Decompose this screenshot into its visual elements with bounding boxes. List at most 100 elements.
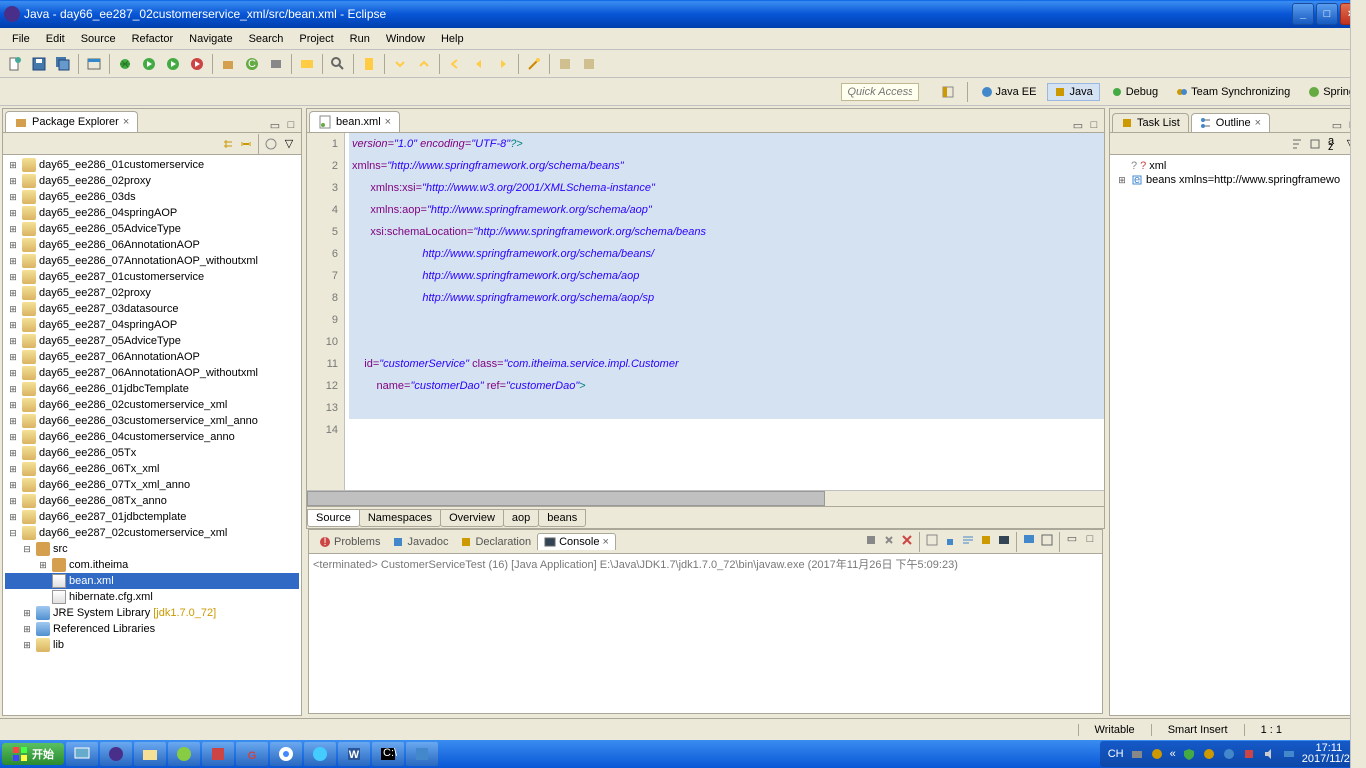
project-item[interactable]: ⊞day65_ee286_06AnnotationAOP [5,237,299,253]
src-folder[interactable]: ⊟src [5,541,299,557]
perspective-java[interactable]: Java [1047,83,1099,101]
open-type-button[interactable] [296,53,318,75]
tab-overview[interactable]: Overview [440,509,504,527]
menu-navigate[interactable]: Navigate [181,31,240,47]
ime-indicator[interactable]: CH [1108,748,1124,760]
tray-icon-5[interactable] [1242,747,1256,761]
scrollbar-thumb[interactable] [307,491,825,506]
package-item[interactable]: ⊞com.itheima [5,557,299,573]
switch-editor-button[interactable] [83,53,105,75]
tray-icon-6[interactable] [1282,747,1296,761]
pin-console-button[interactable] [978,532,994,548]
project-item[interactable]: ⊞day66_ee286_06Tx_xml [5,461,299,477]
project-item[interactable]: ⊞day65_ee286_07AnnotationAOP_withoutxml [5,253,299,269]
close-icon[interactable]: × [123,116,129,128]
next-annotation-button[interactable] [389,53,411,75]
minimize-icon[interactable]: ▭ [267,118,283,132]
project-item[interactable]: ⊞day66_ee287_01jdbctemplate [5,509,299,525]
menu-edit[interactable]: Edit [38,31,73,47]
alpha-sort-button[interactable]: az [1325,136,1341,152]
tray-icon-4[interactable] [1222,747,1236,761]
horizontal-scrollbar[interactable] [307,490,1104,506]
file-hibernate-cfg[interactable]: hibernate.cfg.xml [5,589,299,605]
terminate-button[interactable] [863,532,879,548]
clear-console-button[interactable] [924,532,940,548]
task-browser[interactable] [304,742,336,766]
view-menu-button[interactable]: ▽ [281,136,297,152]
link-editor-button[interactable] [238,136,254,152]
jre-library[interactable]: ⊞JRE System Library [jdk1.7.0_72] [5,605,299,621]
show-console-button[interactable] [996,532,1012,548]
close-icon[interactable]: × [385,116,391,128]
outline-xml-node[interactable]: ?? xml [1114,159,1359,173]
project-item[interactable]: ⊞day65_ee287_04springAOP [5,317,299,333]
project-item[interactable]: ⊞day65_ee286_01customerservice [5,157,299,173]
tab-task-list[interactable]: Task List [1112,113,1189,132]
task-app1[interactable] [168,742,200,766]
lib-folder[interactable]: ⊞lib [5,637,299,653]
new-server-button[interactable] [265,53,287,75]
maximize-icon[interactable]: □ [1082,532,1098,546]
maximize-icon[interactable]: □ [1086,118,1102,132]
project-item[interactable]: ⊞day65_ee286_05AdviceType [5,221,299,237]
collapse-all-button[interactable] [220,136,236,152]
perspective-debug[interactable]: Debug [1104,83,1165,101]
maximize-icon[interactable]: □ [283,118,299,132]
tab-outline[interactable]: Outline × [1191,113,1270,132]
project-item[interactable]: ⊞day66_ee286_03customerservice_xml_anno [5,413,299,429]
tab-javadoc[interactable]: Javadoc [386,534,454,550]
file-bean-xml[interactable]: bean.xml [5,573,299,589]
editor-tab-bean-xml[interactable]: bean.xml × [309,111,400,132]
perspective-javaee[interactable]: Java EE [974,83,1044,101]
project-item[interactable]: ⊞day66_ee286_05Tx [5,445,299,461]
close-icon[interactable]: × [602,536,608,548]
toggle-mark-button[interactable] [358,53,380,75]
new-class-button[interactable]: C [241,53,263,75]
perspective-team[interactable]: Team Synchronizing [1169,83,1297,101]
save-all-button[interactable] [52,53,74,75]
tray-volume-icon[interactable] [1262,747,1276,761]
project-item[interactable]: ⊞day65_ee286_03ds [5,189,299,205]
tray-icon-1[interactable] [1130,747,1144,761]
new-button[interactable] [4,53,26,75]
wand-button[interactable] [523,53,545,75]
new-package-button[interactable] [217,53,239,75]
focus-task-button[interactable] [263,136,279,152]
back-button[interactable] [468,53,490,75]
task-explorer[interactable] [134,742,166,766]
maximize-button[interactable]: □ [1316,3,1338,25]
debug-button[interactable] [114,53,136,75]
minimize-icon[interactable]: ▭ [1070,118,1086,132]
prev-annotation-button[interactable] [413,53,435,75]
project-item[interactable]: ⊞day65_ee287_05AdviceType [5,333,299,349]
tray-icon-2[interactable] [1150,747,1164,761]
project-item[interactable]: ⊞day65_ee286_02proxy [5,173,299,189]
editor-body[interactable]: 1234567891011121314 version="1.0" encodi… [307,133,1104,490]
relaunch-button[interactable] [554,53,576,75]
tray-icon-3[interactable] [1202,747,1216,761]
tab-problems[interactable]: !Problems [313,534,386,550]
search-button[interactable] [327,53,349,75]
project-item[interactable]: ⊞day66_ee286_04customerservice_anno [5,429,299,445]
project-item[interactable]: ⊞day66_ee286_02customerservice_xml [5,397,299,413]
tab-declaration[interactable]: Declaration [454,534,537,550]
project-item[interactable]: ⊞day65_ee287_01customerservice [5,269,299,285]
tray-clock[interactable]: 17:11 2017/11/26 [1302,743,1356,765]
project-item-open[interactable]: ⊟day66_ee287_02customerservice_xml [5,525,299,541]
task-word[interactable]: W [338,742,370,766]
project-item[interactable]: ⊞day65_ee287_06AnnotationAOP_withoutxml [5,365,299,381]
remove-launch-button[interactable] [881,532,897,548]
project-item[interactable]: ⊞day65_ee287_02proxy [5,285,299,301]
console-output[interactable]: <terminated> CustomerServiceTest (16) [J… [309,554,1102,713]
remove-all-button[interactable] [899,532,915,548]
project-item[interactable]: ⊞day65_ee287_03datasource [5,301,299,317]
task-desktop[interactable] [66,742,98,766]
task-app4[interactable] [406,742,438,766]
start-button[interactable]: 开始 [2,743,64,765]
tab-beans[interactable]: beans [538,509,586,527]
tray-icon-shield[interactable] [1182,747,1196,761]
tab-source[interactable]: Source [307,509,360,527]
menu-run[interactable]: Run [342,31,378,47]
filter-button[interactable] [1307,136,1323,152]
scroll-lock-button[interactable] [942,532,958,548]
